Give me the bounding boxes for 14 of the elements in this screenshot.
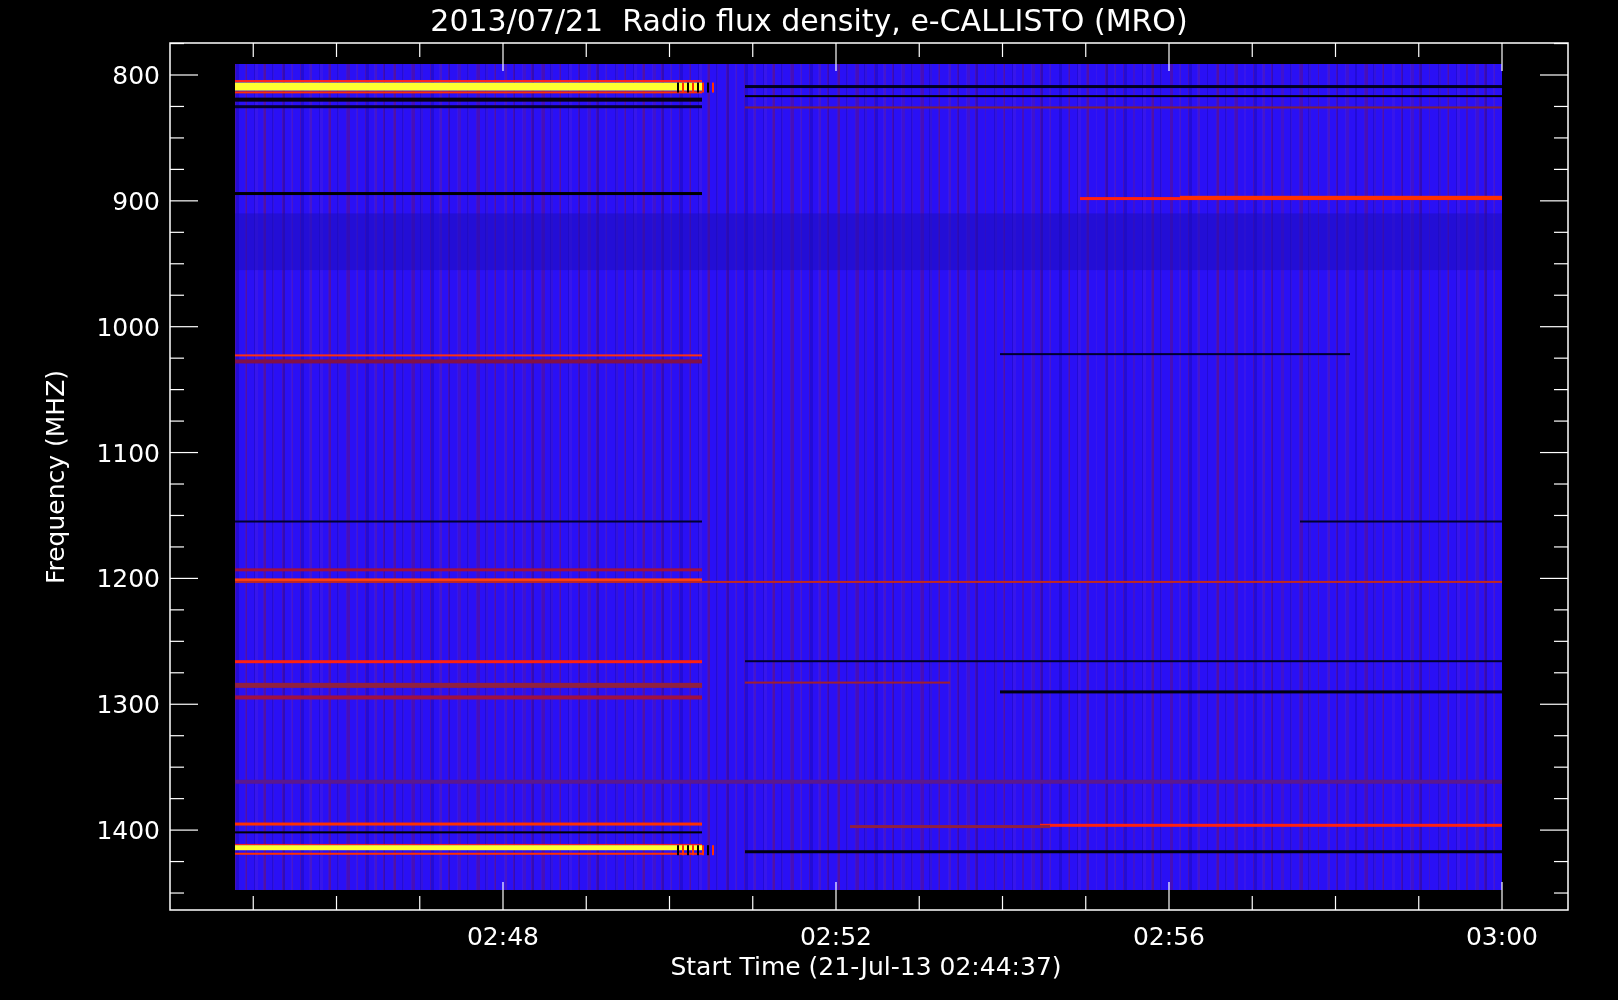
x-tick-label: 02:52: [800, 922, 872, 951]
x-tick-label: 02:48: [467, 922, 539, 951]
x-tick-label: 03:00: [1466, 922, 1538, 951]
y-tick-label: 1100: [96, 438, 160, 468]
y-tick-label: 800: [112, 61, 160, 90]
y-tick-label: 900: [112, 186, 160, 216]
chart-title: 2013/07/21 Radio flux density, e-CALLISTO (MRO): [430, 3, 1188, 38]
y-tick-label: 1000: [96, 312, 160, 342]
y-tick-label: 1200: [96, 564, 160, 594]
y-axis-label: Frequency (MHZ): [41, 369, 70, 585]
x-tick-label: 02:56: [1133, 922, 1205, 951]
y-tick-label: 1400: [96, 816, 160, 846]
y-tick-label: 1300: [96, 690, 160, 720]
x-axis-label: Start Time (21-Jul-13 02:44:37): [670, 952, 1062, 981]
